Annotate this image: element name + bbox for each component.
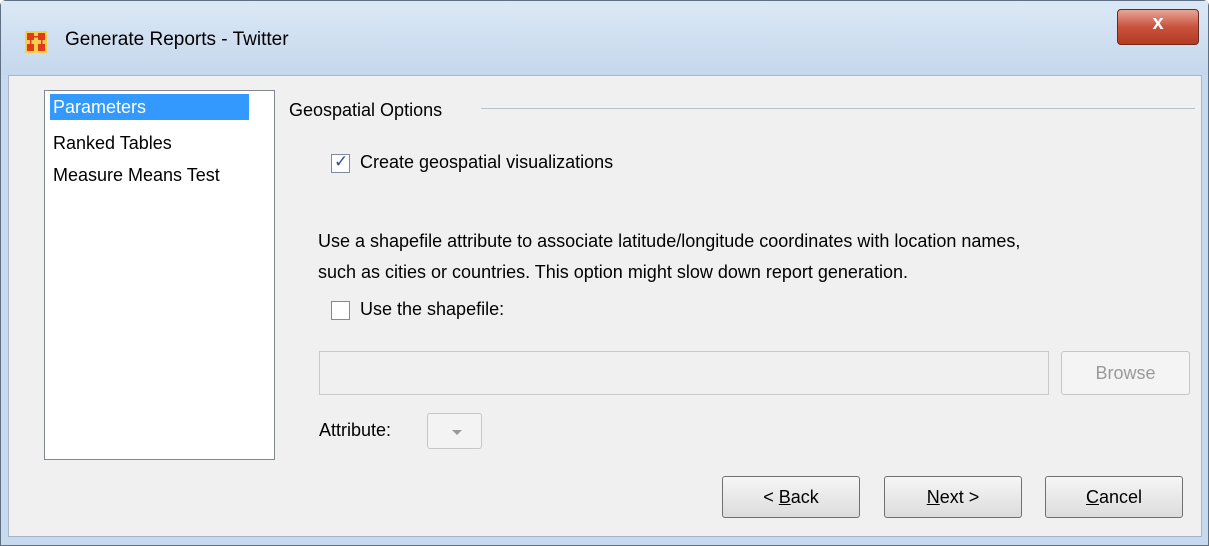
back-mnemonic: B [778,487,791,507]
org-chart-icon [25,31,47,53]
back-prefix: < [763,487,779,507]
cancel-mnemonic: C [1085,487,1099,507]
cancel-button[interactable]: Cancel [1045,476,1183,518]
dialog-window: Generate Reports - Twitter x Parameters … [0,0,1209,546]
group-divider [481,108,1195,109]
next-rest: ext > [939,487,980,507]
chevron-down-icon [452,430,462,435]
nav-list: Parameters Ranked Tables Measure Means T… [44,90,275,460]
attribute-label: Attribute: [319,420,392,440]
cancel-rest: ancel [1098,487,1143,507]
checkmark-icon: ✓ [334,152,349,171]
next-mnemonic: N [926,487,940,507]
title-bar[interactable]: Generate Reports - Twitter x [1,1,1208,75]
nav-item-measure-means-test[interactable]: Measure Means Test [50,162,223,188]
shapefile-description: Use a shapefile attribute to associate l… [318,226,1020,288]
shapefile-path-input[interactable] [319,351,1049,395]
create-viz-checkbox[interactable]: ✓ [331,152,350,173]
close-button[interactable]: x [1117,9,1199,45]
close-icon: x [1152,12,1164,34]
back-rest: ack [790,487,819,507]
use-shapefile-label[interactable]: Use the shapefile: [360,299,504,320]
attribute-select[interactable] [427,413,482,449]
geospatial-options-heading: Geospatial Options [289,100,443,120]
nav-item-ranked-tables[interactable]: Ranked Tables [50,130,175,156]
window-title: Generate Reports - Twitter [65,29,289,50]
description-line-2: such as cities or countries. This option… [318,262,908,282]
browse-button[interactable]: Browse [1061,351,1190,395]
nav-item-parameters[interactable]: Parameters [50,94,249,120]
dialog-content: Parameters Ranked Tables Measure Means T… [8,75,1202,537]
create-viz-label[interactable]: Create geospatial visualizations [360,152,613,173]
use-shapefile-checkbox[interactable] [331,301,350,320]
back-button[interactable]: < Back [722,476,860,518]
description-line-1: Use a shapefile attribute to associate l… [318,231,1021,251]
next-button[interactable]: Next > [884,476,1022,518]
